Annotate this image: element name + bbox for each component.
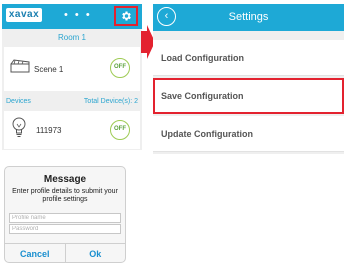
devices-heading: Devices [6,98,31,105]
profile-name-input[interactable] [9,213,121,223]
settings-header: Settings ‹ [153,4,344,31]
message-dialog: Message Enter profile details to submit … [4,166,126,263]
back-icon[interactable]: ‹ [157,7,176,26]
device-off-toggle[interactable]: OFF [110,120,130,140]
light-bulb-icon [12,117,26,137]
settings-title: Settings [228,11,269,23]
room-title: Room 1 [57,33,86,42]
scene-card[interactable]: Scene 1 OFF [4,47,140,91]
home-header: xavax • • • [2,4,142,29]
home-screen: xavax • • • Room 1 Scene 1 OFF Devices T… [2,4,142,150]
settings-screen: Settings ‹ Load Configuration Save Confi… [153,4,344,154]
password-input[interactable] [9,224,121,234]
gear-icon [122,11,131,21]
load-configuration-item[interactable]: Load Configuration [153,40,344,76]
device-name: 111973 [36,126,62,135]
ok-button[interactable]: Ok [66,244,126,262]
devices-bar: Devices Total Device(s): 2 [2,95,142,109]
cancel-button[interactable]: Cancel [5,244,66,262]
scene-off-toggle[interactable]: OFF [110,58,130,78]
dialog-actions: Cancel Ok [5,243,126,262]
devices-count: Total Device(s): 2 [83,98,138,105]
scene-name: Scene 1 [34,65,64,74]
update-configuration-item[interactable]: Update Configuration [153,116,344,152]
page-indicator: • • • [64,9,92,21]
save-configuration-item[interactable]: Save Configuration [153,78,344,114]
dialog-message: Enter profile details to submit your pro… [12,188,118,203]
settings-gear-icon[interactable] [114,6,138,26]
scene-clapper-icon [10,59,30,73]
xavax-logo: xavax [6,8,42,22]
device-card[interactable]: 111973 OFF [4,111,140,149]
dialog-title: Message [43,174,87,185]
